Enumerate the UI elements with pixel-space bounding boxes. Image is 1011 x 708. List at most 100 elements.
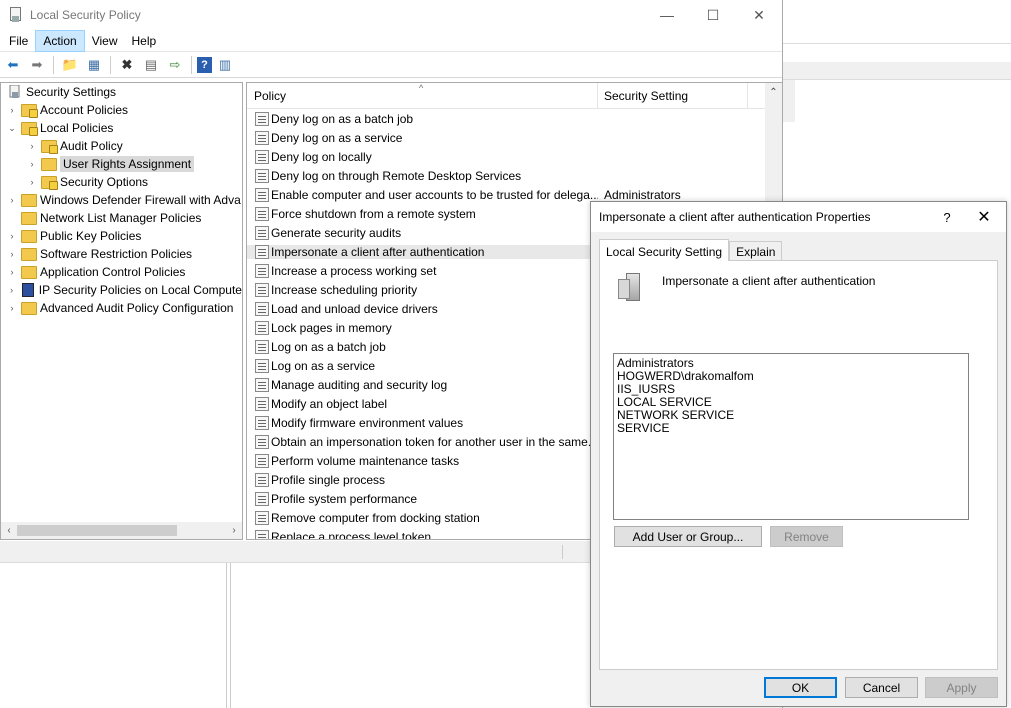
menu-action[interactable]: Action <box>35 29 85 52</box>
back-arrow-icon[interactable]: ⬅ <box>2 54 24 76</box>
policy-icon <box>255 529 269 539</box>
show-hide-tree-icon[interactable]: ▦ <box>83 54 105 76</box>
policy-icon <box>255 282 269 297</box>
tab-explain[interactable]: Explain <box>729 241 783 261</box>
policy-cell: Perform volume maintenance tasks <box>247 453 598 468</box>
tree-item[interactable]: › Application Control Policies <box>1 263 242 281</box>
tree-item[interactable]: › User Rights Assignment <box>1 155 242 173</box>
tree-item[interactable]: › Software Restriction Policies <box>1 245 242 263</box>
up-folder-icon[interactable]: 📁 <box>59 54 81 76</box>
policy-row[interactable]: Deny log on as a service <box>247 128 782 147</box>
chevron-right-icon[interactable]: › <box>5 285 18 295</box>
policy-name: Impersonate a client after authenticatio… <box>271 244 485 259</box>
tree-horizontal-scrollbar[interactable]: ‹ › <box>1 522 242 539</box>
cancel-button[interactable]: Cancel <box>845 677 918 698</box>
tab-content: Impersonate a client after authenticatio… <box>599 260 998 670</box>
chevron-right-icon[interactable]: › <box>25 159 39 169</box>
add-user-or-group-button[interactable]: Add User or Group... <box>614 526 762 547</box>
tree-item[interactable]: › Security Options <box>1 173 242 191</box>
tree-item[interactable]: › Advanced Audit Policy Configuration <box>1 299 242 317</box>
maximize-button[interactable]: ☐ <box>690 0 736 30</box>
policy-icon <box>255 301 269 316</box>
policy-name: Deny log on as a batch job <box>271 111 414 126</box>
policy-cell: Remove computer from docking station <box>247 510 598 525</box>
toolbar-separator <box>110 55 111 74</box>
delete-icon[interactable]: ✖ <box>116 54 138 76</box>
scroll-left-icon[interactable]: ‹ <box>1 525 17 536</box>
export-list-icon[interactable]: ⇨ <box>164 54 186 76</box>
background-window <box>783 0 1011 44</box>
tree-item[interactable]: ⌄ Local Policies <box>1 119 242 137</box>
policy-cell: Force shutdown from a remote system <box>247 206 598 221</box>
members-list[interactable]: Administrators HOGWERD\drakomalfom IIS_IUS… <box>613 353 969 520</box>
policy-row[interactable]: Deny log on through Remote Desktop Servi… <box>247 166 782 185</box>
tree-item[interactable]: › Windows Defender Firewall with Adva <box>1 191 242 209</box>
menu-bar: File Action View Help <box>0 29 782 52</box>
tree-root[interactable]: Security Settings <box>1 83 242 101</box>
folder-icon <box>21 265 37 279</box>
chevron-right-icon[interactable]: › <box>5 267 19 277</box>
policy-icon <box>255 396 269 411</box>
tree-item-label: Security Options <box>60 175 149 189</box>
column-header-security-setting[interactable]: Security Setting <box>598 83 748 108</box>
policy-row[interactable]: Deny log on as a batch job <box>247 109 782 128</box>
chevron-right-icon[interactable]: › <box>5 105 19 115</box>
member-item[interactable]: SERVICE <box>617 422 965 435</box>
tree-item[interactable]: › Audit Policy <box>1 137 242 155</box>
policy-icon <box>255 130 269 145</box>
policy-icon <box>255 149 269 164</box>
chevron-right-icon[interactable]: › <box>25 177 39 187</box>
policy-name: Increase a process working set <box>271 263 437 278</box>
chevron-right-icon[interactable]: › <box>5 249 19 259</box>
dialog-close-button[interactable]: ✕ <box>962 207 1006 227</box>
policy-row[interactable]: Deny log on locally <box>247 147 782 166</box>
tree-item-label: Audit Policy <box>60 139 123 153</box>
policy-cell: Profile system performance <box>247 491 598 506</box>
scroll-up-icon[interactable]: ⌃ <box>765 83 782 98</box>
policy-cell: Increase a process working set <box>247 263 598 278</box>
policy-icon <box>255 187 269 202</box>
status-separator <box>562 545 563 559</box>
policy-name: Manage auditing and security log <box>271 377 448 392</box>
forward-arrow-icon[interactable]: ➡ <box>26 54 48 76</box>
tree-item[interactable]: › Account Policies <box>1 101 242 119</box>
remove-button[interactable]: Remove <box>770 526 843 547</box>
properties-icon[interactable]: ▤ <box>140 54 162 76</box>
ok-button[interactable]: OK <box>764 677 837 698</box>
tree-item[interactable]: › Public Key Policies <box>1 227 242 245</box>
tree-item-label: Network List Manager Policies <box>40 211 202 225</box>
chevron-right-icon[interactable]: › <box>5 195 19 205</box>
title-bar[interactable]: Local Security Policy — ☐ ✕ <box>0 0 782 30</box>
tree-item[interactable]: Network List Manager Policies <box>1 209 242 227</box>
apply-button[interactable]: Apply <box>925 677 998 698</box>
policy-name: Deny log on through Remote Desktop Servi… <box>271 168 522 183</box>
policy-cell: Lock pages in memory <box>247 320 598 335</box>
folder-icon <box>21 211 37 225</box>
help-icon[interactable]: ? <box>197 56 212 73</box>
member-item[interactable]: NETWORK SERVICE <box>617 409 965 422</box>
tree-item[interactable]: › IP Security Policies on Local Compute <box>1 281 242 299</box>
menu-view[interactable]: View <box>85 31 125 51</box>
dialog-help-button[interactable]: ? <box>932 210 962 225</box>
chevron-right-icon[interactable]: › <box>5 231 19 241</box>
policy-cell: Log on as a batch job <box>247 339 598 354</box>
menu-help[interactable]: Help <box>125 31 164 51</box>
tab-local-security-setting[interactable]: Local Security Setting <box>599 239 730 261</box>
pane-divider <box>226 563 227 708</box>
tree-pane[interactable]: Security Settings › Account Policies ⌄ Loca… <box>0 82 243 540</box>
minimize-button[interactable]: — <box>644 0 690 30</box>
toolbar: ⬅ ➡ 📁 ▦ ✖ ▤ ⇨ ? ▥ <box>0 52 782 78</box>
scroll-right-icon[interactable]: › <box>226 525 242 536</box>
chevron-right-icon[interactable]: › <box>25 141 39 151</box>
sort-ascending-icon: ^ <box>419 83 424 93</box>
menu-file[interactable]: File <box>2 31 35 51</box>
scrollbar-thumb[interactable] <box>17 525 177 536</box>
close-button[interactable]: ✕ <box>736 0 782 30</box>
policy-name-label: Impersonate a client after authenticatio… <box>662 274 876 288</box>
dialog-title-bar[interactable]: Impersonate a client after authenticatio… <box>591 202 1006 232</box>
policy-icon <box>255 434 269 449</box>
chevron-down-icon[interactable]: ⌄ <box>5 123 19 134</box>
policy-cell: Deny log on as a service <box>247 130 598 145</box>
show-action-pane-icon[interactable]: ▥ <box>214 54 236 76</box>
chevron-right-icon[interactable]: › <box>5 303 19 313</box>
